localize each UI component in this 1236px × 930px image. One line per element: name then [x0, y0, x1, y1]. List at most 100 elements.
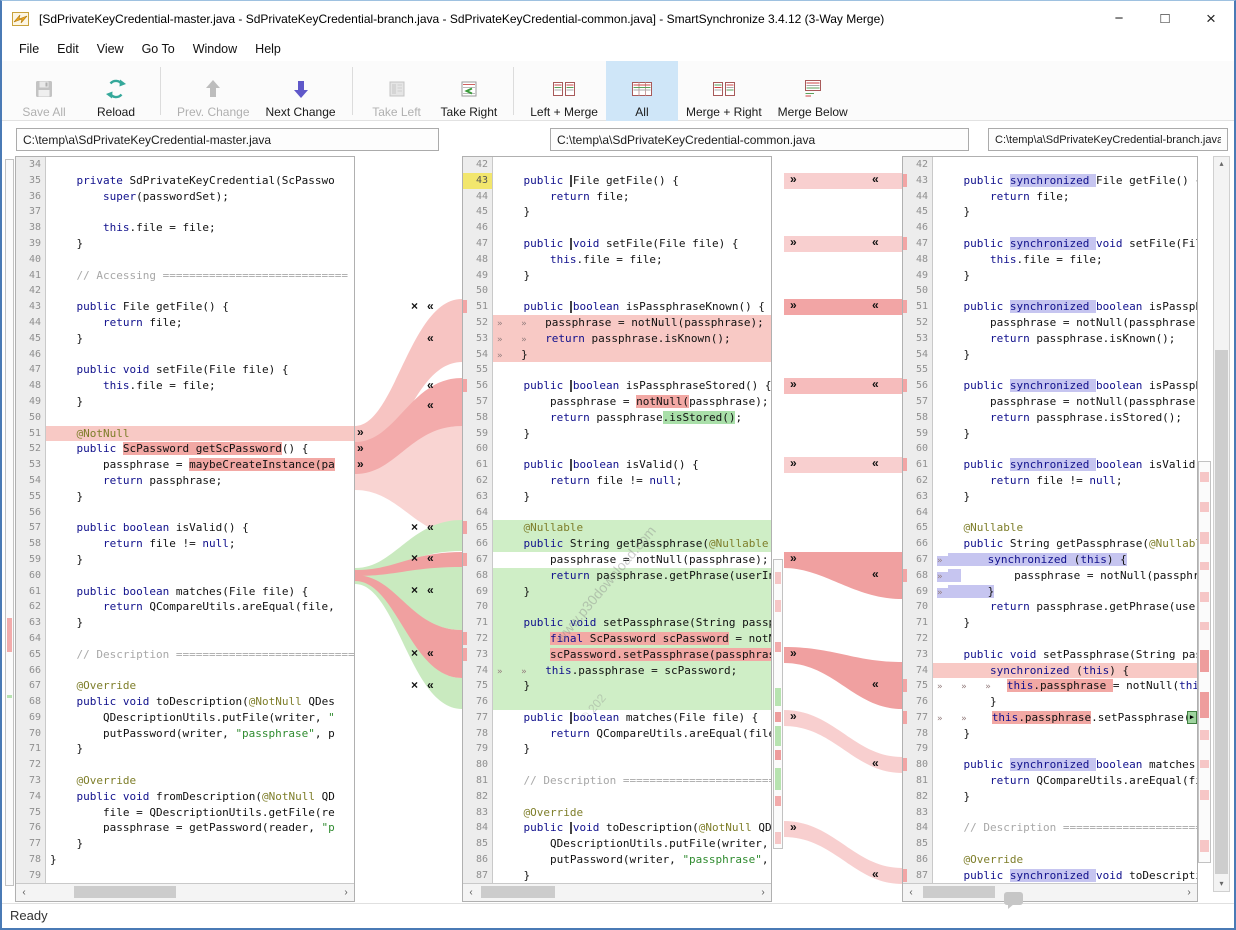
code-text[interactable]: } — [46, 741, 354, 757]
left-file-path-field[interactable] — [16, 128, 439, 151]
code-text[interactable]: QDescriptionUtils.putFile(writer, " — [46, 710, 354, 726]
take-change-left-button[interactable]: « — [427, 584, 434, 596]
code-text[interactable]: public void setPassphrase(String passph — [933, 647, 1197, 663]
scroll-up-icon[interactable]: ▴ — [1214, 157, 1229, 171]
code-text[interactable]: this.file = file; — [933, 252, 1197, 268]
scroll-right-icon[interactable]: › — [1181, 887, 1197, 898]
code-text[interactable]: // Description =========================… — [493, 773, 771, 789]
code-text[interactable] — [493, 505, 771, 521]
code-text[interactable] — [493, 757, 771, 773]
take-change-left-button[interactable]: « — [872, 236, 879, 248]
reject-change-button[interactable]: × — [411, 300, 418, 312]
take-change-right-button[interactable]: » — [790, 236, 797, 248]
take-change-left-button[interactable]: « — [872, 568, 879, 580]
code-text[interactable]: passphrase = notNull(passphrase); — [493, 394, 771, 410]
code-text[interactable]: } — [493, 489, 771, 505]
code-text[interactable] — [493, 441, 771, 457]
overview-ruler[interactable] — [773, 559, 783, 849]
code-text[interactable]: return passphrase.getPhrase(userInt — [933, 599, 1197, 615]
code-text[interactable]: return file != null; — [493, 473, 771, 489]
scrollbar-thumb[interactable] — [923, 886, 995, 898]
code-text[interactable] — [493, 220, 771, 236]
code-text[interactable]: } — [933, 489, 1197, 505]
code-text[interactable]: public synchronized void toDescription( — [933, 868, 1197, 883]
code-text[interactable]: } — [933, 268, 1197, 284]
code-text[interactable]: // Description =========================… — [933, 820, 1197, 836]
code-text[interactable]: public String getPassphrase(@Nullable S — [493, 536, 771, 552]
code-text[interactable]: } — [46, 394, 354, 410]
close-button[interactable]: × — [1188, 4, 1234, 34]
code-text[interactable]: this.file = file; — [46, 220, 354, 236]
take-change-left-button[interactable]: « — [872, 457, 879, 469]
reject-change-button[interactable]: × — [411, 647, 418, 659]
right-horizontal-scrollbar[interactable]: ‹ › — [903, 883, 1197, 901]
merge-right-view-button[interactable]: Merge + Right — [678, 61, 770, 121]
code-text[interactable]: // Description =========================… — [46, 647, 354, 663]
code-text[interactable]: » » this.passphrase.setPassphrase(pass▶ — [933, 710, 1197, 726]
comment-bubble-icon[interactable] — [1004, 892, 1023, 905]
code-text[interactable] — [46, 157, 354, 173]
code-text[interactable]: return passphrase.isKnown(); — [933, 331, 1197, 347]
code-text[interactable]: » } — [493, 347, 771, 363]
code-text[interactable]: » passphrase = notNull(passphrase — [933, 568, 1197, 584]
take-change-left-button[interactable]: « — [427, 300, 434, 312]
center-horizontal-scrollbar[interactable]: ‹ › — [463, 883, 771, 901]
code-text[interactable]: public boolean matches(File file) { — [46, 584, 354, 600]
take-change-right-button[interactable]: » — [790, 457, 797, 469]
scroll-left-icon[interactable]: ‹ — [903, 887, 919, 898]
code-text[interactable]: public void setFile(File file) { — [493, 236, 771, 252]
code-text[interactable]: public void setFile(File file) { — [46, 362, 354, 378]
code-text[interactable]: public void setPassphrase(String passph — [493, 615, 771, 631]
code-text[interactable] — [46, 868, 354, 883]
reject-change-button[interactable]: × — [411, 584, 418, 596]
take-change-left-button[interactable]: « — [427, 332, 434, 344]
overview-ruler[interactable] — [1198, 461, 1211, 863]
code-text[interactable] — [933, 631, 1197, 647]
code-text[interactable]: @Nullable — [933, 520, 1197, 536]
code-text[interactable]: } — [493, 868, 771, 883]
scrollbar-thumb[interactable] — [74, 886, 176, 898]
code-text[interactable]: return passphrase.isStored(); — [933, 410, 1197, 426]
code-text[interactable]: » synchronized (this) { — [933, 552, 1197, 568]
code-text[interactable] — [46, 283, 354, 299]
take-change-right-button[interactable]: » — [790, 552, 797, 564]
code-text[interactable]: } — [46, 852, 354, 868]
code-text[interactable]: return passphrase.isStored(); — [493, 410, 771, 426]
menu-view[interactable]: View — [88, 39, 133, 59]
code-text[interactable]: } — [493, 268, 771, 284]
take-left-button[interactable]: Take Left — [361, 61, 433, 121]
menu-edit[interactable]: Edit — [48, 39, 88, 59]
code-text[interactable]: super(passwordSet); — [46, 189, 354, 205]
center-code-editor[interactable]: 4243 public File getFile() {44 return fi… — [463, 157, 771, 883]
save-all-button[interactable]: Save All — [8, 61, 80, 121]
take-change-right-button[interactable]: » — [790, 647, 797, 659]
take-change-left-button[interactable]: « — [872, 299, 879, 311]
code-text[interactable] — [933, 505, 1197, 521]
code-text[interactable]: putPassword(writer, "passphrase", p — [46, 726, 354, 742]
code-text[interactable]: private SdPrivateKeyCredential(ScPasswo — [46, 173, 354, 189]
scroll-left-icon[interactable]: ‹ — [463, 887, 479, 898]
code-text[interactable] — [493, 789, 771, 805]
code-text[interactable]: public boolean isPassphraseStored() { — [493, 378, 771, 394]
code-text[interactable]: putPassword(writer, "passphrase", p — [493, 852, 771, 868]
overview-ruler[interactable] — [5, 159, 14, 886]
code-text[interactable]: final ScPassword scPassword = notNu — [493, 631, 771, 647]
code-text[interactable]: public void toDescription(@NotNull QDes — [493, 820, 771, 836]
right-file-path-field[interactable] — [988, 128, 1228, 151]
code-text[interactable]: } — [46, 836, 354, 852]
code-text[interactable]: } — [493, 678, 771, 694]
code-text[interactable]: public void fromDescription(@NotNull QD — [46, 789, 354, 805]
code-text[interactable] — [933, 741, 1197, 757]
code-text[interactable]: } — [46, 331, 354, 347]
reject-change-button[interactable]: × — [411, 521, 418, 533]
take-change-left-button[interactable]: « — [427, 399, 434, 411]
code-text[interactable]: } — [493, 204, 771, 220]
scroll-right-icon[interactable]: › — [338, 887, 354, 898]
code-text[interactable] — [933, 805, 1197, 821]
left-horizontal-scrollbar[interactable]: ‹ › — [16, 883, 354, 901]
left-code-editor[interactable]: 3435 private SdPrivateKeyCredential(ScPa… — [16, 157, 354, 883]
code-text[interactable]: @Override — [493, 805, 771, 821]
code-text[interactable]: » » » this.passphrase = notNull(this. — [933, 678, 1197, 694]
code-text[interactable] — [493, 694, 771, 710]
take-change-left-button[interactable]: « — [427, 679, 434, 691]
